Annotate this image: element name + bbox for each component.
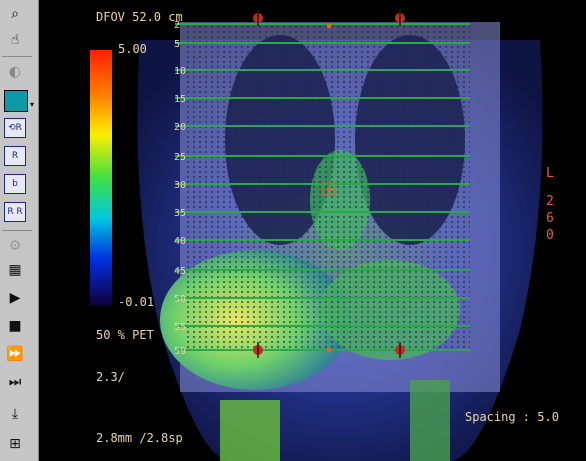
- grid-icon[interactable]: ▦: [4, 260, 26, 280]
- slice-number-label: 59: [174, 346, 186, 357]
- play-icon[interactable]: ▶: [4, 288, 26, 308]
- zoom-icon[interactable]: ⌕: [4, 4, 26, 24]
- coronal-scan-image: 251015202530354045505559: [90, 0, 586, 461]
- slice-number-label: 10: [174, 66, 186, 77]
- pet-color-scale: [90, 50, 112, 305]
- center-handle-icon[interactable]: [326, 347, 332, 353]
- chevron-down-icon[interactable]: ▾: [28, 94, 36, 114]
- slice-thickness-label: 2.8mm /2.8sp: [96, 431, 183, 445]
- slice-number-label: 20: [174, 122, 186, 133]
- rotate-icon[interactable]: ⟲R: [4, 118, 26, 138]
- orientation-digit: 6: [546, 211, 554, 226]
- orientation-digit: 2: [546, 194, 554, 209]
- scale-max-label: 5.00: [118, 42, 147, 56]
- pan-hand-icon[interactable]: ☝: [4, 30, 26, 50]
- center-handle-icon[interactable]: [326, 23, 332, 29]
- scale-min-label: -0.01: [118, 295, 155, 309]
- slice-number-label: 50: [174, 294, 186, 305]
- color-swatch-icon[interactable]: [4, 90, 28, 112]
- slice-number-label: 30: [174, 180, 186, 191]
- pet-ct-viewport[interactable]: 2 5 10 15 20 25 30 35 40 45 50 55 59: [90, 0, 586, 461]
- reference-rb-icon[interactable]: R R: [4, 202, 26, 222]
- window-level-icon[interactable]: ◐: [4, 62, 26, 82]
- slice-number-label: 15: [174, 94, 186, 105]
- orientation-letter: L: [546, 166, 554, 181]
- slice-number-label: 45: [174, 266, 186, 277]
- save-icon[interactable]: ⤓: [4, 404, 26, 424]
- slice-number-label: 55: [174, 322, 186, 333]
- slice-number-label: 40: [174, 236, 186, 247]
- toolbar-divider: [2, 56, 32, 57]
- dim-tool-icon: ⚙: [8, 238, 22, 254]
- stop-icon[interactable]: ■: [4, 316, 26, 336]
- slice-number-label: 35: [174, 208, 186, 219]
- orientation-digit: 0: [546, 228, 554, 243]
- zoom-label: 2.3/: [96, 370, 125, 384]
- fast-forward-icon[interactable]: ⏩: [4, 344, 26, 364]
- dfov-label: DFOV 52.0 cm: [96, 10, 183, 24]
- blend-ratio-label: 50 % PET: [96, 328, 154, 342]
- layout-icon[interactable]: ⊞: [4, 434, 26, 454]
- toolbar-divider: [2, 230, 32, 231]
- reference-b-icon[interactable]: b: [4, 174, 26, 194]
- slice-number-label: 5: [174, 39, 180, 50]
- step-forward-icon[interactable]: ⏭: [4, 372, 26, 392]
- tool-palette: ⌕ ☝ ◐ ▾ ⟲R R b R R ⚙ ▦ ▶ ■ ⏩ ⏭ ⤓ ⊞: [0, 0, 39, 461]
- slice-number-label: 25: [174, 152, 186, 163]
- spacing-label: Spacing : 5.0: [465, 410, 559, 424]
- reference-r-icon[interactable]: R: [4, 146, 26, 166]
